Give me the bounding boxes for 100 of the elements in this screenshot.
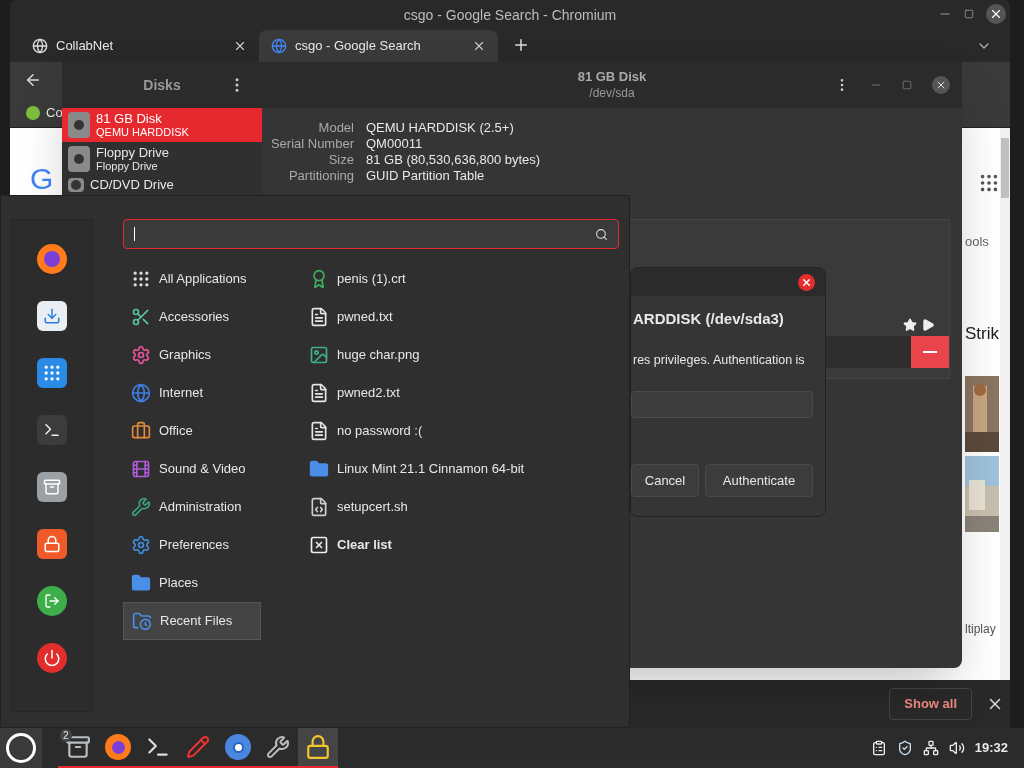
- star-icon[interactable]: [903, 318, 917, 332]
- folder-clock-icon: [132, 611, 152, 631]
- globe-icon: [131, 383, 151, 403]
- category-item[interactable]: Internet: [123, 374, 261, 412]
- category-item[interactable]: Administration: [123, 488, 261, 526]
- field-label: Partitioning: [287, 168, 354, 184]
- folder-icon: [309, 459, 329, 479]
- drive-item[interactable]: Floppy Drive Floppy Drive: [62, 142, 262, 176]
- clipboard-icon[interactable]: [870, 740, 887, 756]
- power-icon[interactable]: [37, 643, 67, 673]
- field-label: Model: [317, 120, 354, 136]
- password-field[interactable]: [631, 391, 813, 419]
- category-item[interactable]: Sound & Video: [123, 450, 261, 488]
- drive-icon: [68, 112, 90, 138]
- footer-link[interactable]: ltiplay: [965, 620, 996, 638]
- logout-icon[interactable]: [37, 586, 67, 616]
- search-field[interactable]: [123, 219, 619, 249]
- wrench-icon: [266, 735, 290, 759]
- dialog-button[interactable]: Authenticate: [705, 464, 813, 498]
- close-button[interactable]: [986, 4, 1006, 24]
- clear-icon: [309, 535, 329, 555]
- close-button[interactable]: [932, 76, 950, 94]
- apps-icon[interactable]: [978, 172, 1000, 194]
- wrench-icon: [131, 497, 151, 517]
- result-heading: Strik: [965, 322, 999, 345]
- globe-icon: [32, 38, 48, 54]
- drive-name: CD/DVD Drive: [90, 178, 174, 191]
- logo-text: G: [30, 164, 55, 194]
- briefcase-icon: [131, 421, 151, 441]
- shield-icon[interactable]: [896, 740, 913, 756]
- drive-item[interactable]: 81 GB Disk QEMU HARDDISK: [62, 108, 262, 142]
- close-icon[interactable]: [233, 39, 247, 53]
- tools-link[interactable]: ools: [965, 232, 989, 252]
- clear-list-button[interactable]: Clear list: [305, 526, 529, 564]
- recent-file-item[interactable]: huge char.png: [305, 336, 529, 374]
- terminal-icon[interactable]: [37, 415, 67, 445]
- drive-icon: [68, 178, 84, 192]
- drive-model: QEMU HARDDISK: [96, 127, 189, 138]
- recent-file-item[interactable]: no password :(: [305, 412, 529, 450]
- file-cabinet-icon[interactable]: [37, 472, 67, 502]
- scissors-icon: [131, 307, 151, 327]
- close-icon: [935, 79, 947, 91]
- field-label: Serial Number: [269, 136, 354, 152]
- search-icon: [595, 227, 608, 241]
- drive-icon: [68, 146, 90, 172]
- text-editor-icon: [186, 735, 210, 759]
- window-title: 81 GB Disk: [577, 69, 647, 86]
- field-value: 81 GB (80,530,636,800 bytes): [366, 152, 542, 168]
- category-item[interactable]: All Applications: [123, 260, 261, 298]
- window-title: csgo - Google Search - Chromium: [403, 5, 617, 25]
- grid-icon: [131, 269, 151, 289]
- close-icon: [801, 276, 812, 288]
- category-item[interactable]: Preferences: [123, 526, 261, 564]
- recent-file-item[interactable]: pwned2.txt: [305, 374, 529, 412]
- minus-icon: [923, 351, 937, 353]
- field-value: QM00011: [366, 136, 424, 152]
- bookmark-link[interactable]: Co: [46, 102, 63, 123]
- drive-name: 81 GB Disk: [96, 112, 163, 125]
- maximize-icon[interactable]: [964, 9, 974, 19]
- browser-icon[interactable]: [37, 244, 67, 274]
- close-button[interactable]: [798, 273, 815, 291]
- recent-file-item[interactable]: Linux Mint 21.1 Cinnamon 64-bit: [305, 450, 529, 488]
- film-icon: [131, 459, 151, 479]
- play-icon[interactable]: [921, 318, 935, 332]
- dialog-button[interactable]: Cancel: [631, 464, 699, 498]
- clock[interactable]: 19:32: [974, 738, 1008, 758]
- image-icon: [309, 345, 329, 365]
- category-item[interactable]: Accessories: [123, 298, 261, 336]
- gear-icon: [131, 535, 151, 555]
- taskbar-app[interactable]: [298, 728, 338, 768]
- app-grid-icon[interactable]: [37, 358, 67, 388]
- field-value: QEMU HARDDISK (2.5+): [366, 120, 515, 136]
- recent-file-item[interactable]: penis (1).crt: [305, 260, 529, 298]
- script-icon: [309, 497, 329, 517]
- folder-icon: [131, 573, 151, 593]
- remove-button[interactable]: [911, 336, 949, 368]
- category-item[interactable]: Graphics: [123, 336, 261, 374]
- volume-icon[interactable]: [948, 740, 965, 756]
- browser-tab[interactable]: csgo - Google Search: [259, 30, 498, 62]
- count-badge: 2: [60, 729, 72, 742]
- back-icon[interactable]: [24, 71, 42, 89]
- dialog-message: res privileges. Authentication is: [633, 351, 806, 369]
- show-all-button[interactable]: Show all: [889, 688, 972, 720]
- browser-tab[interactable]: CollabNet: [20, 30, 259, 62]
- category-item[interactable]: Office: [123, 412, 261, 450]
- recent-file-item[interactable]: pwned.txt: [305, 298, 529, 336]
- pane-title: Disks: [143, 75, 181, 95]
- padlock-icon: [305, 734, 331, 760]
- taskbar-app[interactable]: 2: [58, 728, 98, 768]
- category-item[interactable]: Places: [123, 564, 261, 602]
- drive-name: Floppy Drive: [96, 146, 169, 159]
- new-tab-icon[interactable]: [512, 36, 530, 54]
- menu-button[interactable]: [0, 728, 42, 768]
- lock-icon[interactable]: [37, 529, 67, 559]
- field-label: Size: [327, 152, 354, 168]
- category-item[interactable]: Recent Files: [123, 602, 261, 640]
- close-icon[interactable]: [472, 39, 486, 53]
- recent-file-item[interactable]: setupcert.sh: [305, 488, 529, 526]
- scrollbar-thumb: [1001, 138, 1009, 198]
- network-icon[interactable]: [922, 740, 939, 756]
